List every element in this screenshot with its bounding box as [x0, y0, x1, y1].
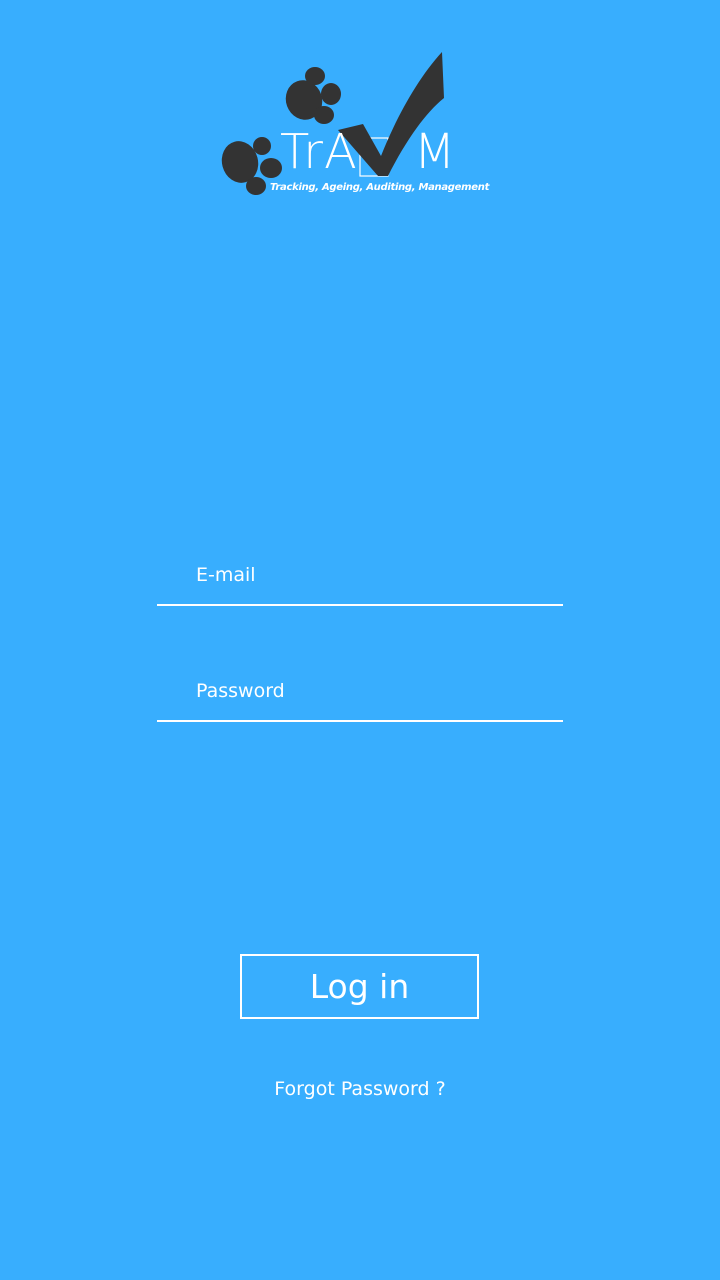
logo-wordmark: TrA M	[280, 128, 456, 176]
email-input[interactable]	[196, 560, 556, 590]
logo-wordmark-start: TrA	[280, 124, 358, 180]
password-input[interactable]	[196, 676, 556, 706]
login-button[interactable]: Log in	[240, 954, 479, 1019]
login-screen: TrA M Tracking, Ageing, Auditing, Managem…	[0, 0, 720, 1280]
app-logo: TrA M Tracking, Ageing, Auditing, Managem…	[218, 48, 489, 200]
logo-wordmark-end: M	[413, 124, 457, 180]
email-field-container	[157, 558, 563, 606]
logo-tagline: Tracking, Ageing, Auditing, Management	[270, 182, 490, 193]
password-field-container	[157, 674, 563, 722]
forgot-password-link[interactable]: Forgot Password ?	[0, 1078, 720, 1100]
